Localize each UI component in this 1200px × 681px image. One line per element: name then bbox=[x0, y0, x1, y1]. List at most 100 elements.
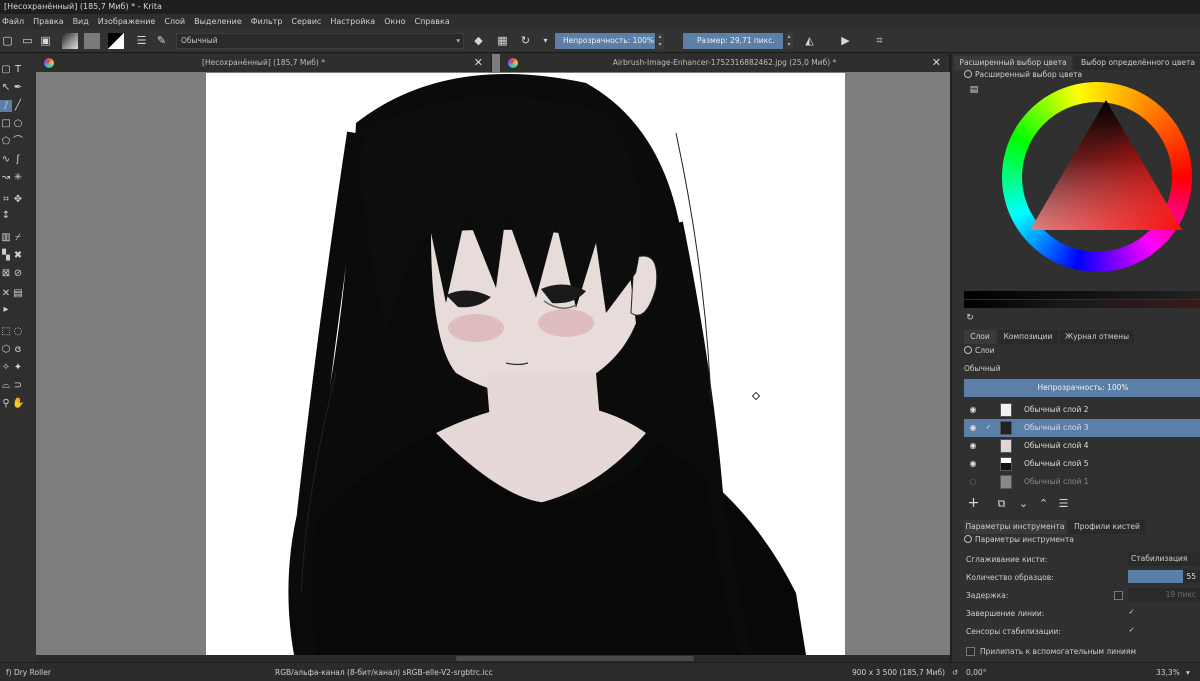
fg-bg-color-swatch[interactable] bbox=[108, 33, 124, 49]
size-spin[interactable]: ▴ ▾ bbox=[785, 33, 793, 49]
dock-float-icon[interactable] bbox=[964, 535, 972, 543]
bezier-tool-icon[interactable]: ∿ bbox=[0, 154, 12, 166]
move-down-icon[interactable]: ⌄ bbox=[1016, 496, 1031, 511]
gradient-swatch[interactable] bbox=[62, 33, 78, 49]
layer-row-selected[interactable]: ◉ ✓ Обычный слой 3 bbox=[964, 419, 1200, 437]
brush-settings-icon[interactable]: ☰ bbox=[134, 33, 149, 48]
pattern-swatch[interactable] bbox=[84, 33, 100, 49]
color-settings-icon[interactable]: ▤ bbox=[968, 84, 980, 96]
layer-row[interactable]: ◉ Обычный слой 4 bbox=[964, 437, 1200, 455]
calligraphy-icon[interactable]: ✒ bbox=[12, 82, 24, 94]
polygon-tool-icon[interactable]: ⬠ bbox=[0, 136, 12, 148]
snap-assistant-checkbox[interactable] bbox=[966, 647, 975, 656]
freehand-select-icon[interactable]: ɞ bbox=[12, 344, 24, 356]
magnetic-select-icon[interactable]: ⊃ bbox=[12, 380, 24, 392]
text-tool-icon[interactable]: T bbox=[12, 64, 24, 76]
crop-tool-icon[interactable]: ⌗ bbox=[0, 194, 12, 206]
polygon-select-icon[interactable]: ⬡ bbox=[0, 344, 12, 356]
move-tool-icon[interactable]: ✥ bbox=[12, 194, 24, 206]
measure-tool-icon[interactable]: ⊘ bbox=[12, 268, 24, 280]
document-tab-1[interactable]: [Несохранённый] (185,7 Миб) * ✕ bbox=[36, 54, 492, 72]
tab-layers[interactable]: Слои bbox=[964, 330, 996, 344]
tab-compositions[interactable]: Композиции bbox=[998, 330, 1058, 344]
menu-select[interactable]: Выделение bbox=[194, 17, 242, 26]
rotation-icon[interactable]: ↺ bbox=[952, 663, 958, 681]
chevron-down-icon[interactable]: ▾ bbox=[538, 33, 553, 48]
refresh-icon[interactable]: ↻ bbox=[964, 312, 976, 324]
alpha-lock-icon[interactable]: ▦ bbox=[495, 33, 510, 48]
dock-float-icon[interactable] bbox=[964, 70, 972, 78]
dock-float-icon[interactable] bbox=[964, 346, 972, 354]
smart-patch-icon[interactable]: ✖ bbox=[12, 250, 24, 262]
move-up-icon[interactable]: ⌃ bbox=[1036, 496, 1051, 511]
close-icon[interactable]: ✕ bbox=[932, 54, 941, 72]
tab-tool-options[interactable]: Параметры инструмента bbox=[964, 520, 1066, 534]
line-tool-icon[interactable]: ╱ bbox=[12, 100, 24, 112]
shade-bar-2[interactable] bbox=[964, 300, 1200, 308]
menu-tools[interactable]: Сервис bbox=[291, 17, 321, 26]
color-picker-icon[interactable]: ⌿ bbox=[12, 232, 24, 244]
rectangle-tool-icon[interactable]: □ bbox=[0, 118, 12, 130]
eye-icon[interactable]: ◉ bbox=[968, 459, 978, 469]
brush-preset-icon[interactable]: ✎ bbox=[154, 33, 169, 48]
add-layer-icon[interactable]: + bbox=[966, 496, 981, 511]
blend-mode-select[interactable]: Обычный ▾ bbox=[176, 33, 464, 49]
dynamic-brush-icon[interactable]: ↝ bbox=[0, 172, 12, 184]
eye-closed-icon[interactable]: ○ bbox=[968, 477, 978, 487]
mirror-vertical-icon[interactable]: ▶ bbox=[838, 33, 853, 48]
layer-row[interactable]: ○ Обычный слой 1 bbox=[964, 473, 1200, 491]
mirror-horizontal-icon[interactable]: ◭ bbox=[802, 33, 817, 48]
eye-icon[interactable]: ◉ bbox=[968, 441, 978, 451]
tab-advanced-color[interactable]: Расширенный выбор цвета bbox=[954, 56, 1072, 70]
new-document-icon[interactable]: ▢ bbox=[0, 33, 15, 48]
assistant-tool-icon[interactable]: ↕ bbox=[0, 210, 12, 222]
tab-undo-history[interactable]: Журнал отмены bbox=[1060, 330, 1134, 344]
samples-slider[interactable]: 55 bbox=[1128, 570, 1200, 583]
assistant-icon[interactable]: ✕ bbox=[0, 288, 12, 300]
zoom-status[interactable]: 33,3% bbox=[1156, 663, 1180, 681]
pointer-icon[interactable]: ▸ bbox=[0, 304, 12, 316]
fill-tool-icon[interactable]: ▚ bbox=[0, 250, 12, 262]
layer-row[interactable]: ◉ Обычный слой 5 bbox=[964, 455, 1200, 473]
menu-settings[interactable]: Настройка bbox=[330, 17, 375, 26]
ellipse-select-icon[interactable]: ◌ bbox=[12, 326, 24, 338]
menu-file[interactable]: Файл bbox=[2, 17, 24, 26]
menu-image[interactable]: Изображение bbox=[98, 17, 156, 26]
smoothing-select[interactable]: Стабилизация bbox=[1128, 552, 1200, 566]
eye-icon[interactable]: ◉ bbox=[968, 423, 978, 433]
zoom-chevron-icon[interactable]: ▾ bbox=[1186, 663, 1190, 681]
layer-opacity-slider[interactable]: Непрозрачность: 100% bbox=[964, 379, 1200, 397]
multibrush-icon[interactable]: ✳ bbox=[12, 172, 24, 184]
tab-brush-profiles[interactable]: Профили кистей bbox=[1068, 520, 1146, 534]
menu-window[interactable]: Окно bbox=[384, 17, 405, 26]
pan-tool-icon[interactable]: ✋ bbox=[12, 398, 24, 410]
brush-tool-icon[interactable]: / bbox=[0, 100, 12, 112]
freehand-path-icon[interactable]: ʃ bbox=[12, 154, 24, 166]
menu-edit[interactable]: Правка bbox=[33, 17, 63, 26]
opacity-spin[interactable]: ▴ ▾ bbox=[656, 33, 664, 49]
delay-checkbox[interactable] bbox=[1114, 591, 1123, 600]
ellipse-tool-icon[interactable]: ○ bbox=[12, 118, 24, 130]
edit-shapes-icon[interactable]: ↖ bbox=[0, 82, 12, 94]
shade-bar-1[interactable] bbox=[964, 291, 1200, 299]
menu-help[interactable]: Справка bbox=[414, 17, 449, 26]
menu-layer[interactable]: Слой bbox=[164, 17, 185, 26]
crop-icon[interactable]: ⌗ bbox=[872, 33, 887, 48]
save-icon[interactable]: ▣ bbox=[38, 33, 53, 48]
delay-input[interactable]: 19 пикс bbox=[1128, 588, 1200, 601]
close-icon[interactable]: ✕ bbox=[474, 54, 483, 72]
menu-view[interactable]: Вид bbox=[73, 17, 89, 26]
duplicate-layer-icon[interactable]: ⧉ bbox=[994, 496, 1009, 511]
open-icon[interactable]: ▭ bbox=[20, 33, 35, 48]
document-tab-2[interactable]: Airbrush-Image-Enhancer-1752316882462.jp… bbox=[500, 54, 950, 72]
opacity-slider[interactable]: Непрозрачность: 100% bbox=[555, 33, 655, 49]
menu-filter[interactable]: Фильтр bbox=[251, 17, 283, 26]
layer-blend-mode[interactable]: Обычный bbox=[964, 364, 1001, 373]
similar-select-icon[interactable]: ✦ bbox=[12, 362, 24, 374]
contiguous-select-icon[interactable]: ✧ bbox=[0, 362, 12, 374]
stabilizer-sensors-checkbox[interactable]: ✓ bbox=[1127, 626, 1136, 635]
layer-row[interactable]: ◉ Обычный слой 2 bbox=[964, 401, 1200, 419]
scrollbar-thumb[interactable] bbox=[456, 656, 694, 661]
tab-specific-color[interactable]: Выбор определённого цвета bbox=[1074, 56, 1200, 70]
eye-icon[interactable]: ◉ bbox=[968, 405, 978, 415]
